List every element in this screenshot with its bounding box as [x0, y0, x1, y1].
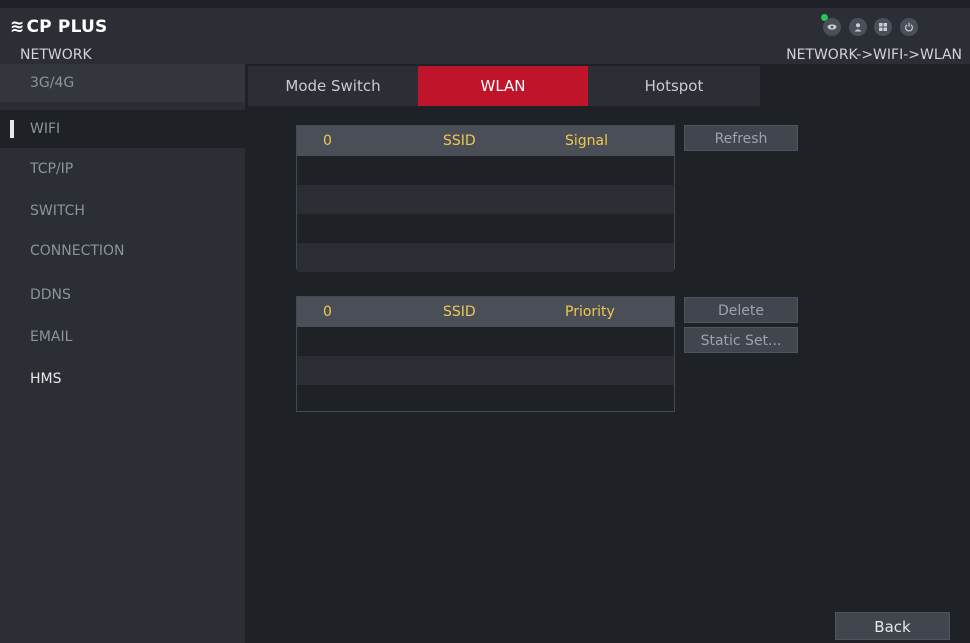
delete-button[interactable]: Delete [684, 297, 798, 323]
table-row[interactable] [297, 214, 674, 243]
sidebar: 3G/4G WIFI TCP/IP SWITCH CONNECTION DDNS… [0, 64, 245, 643]
tab-mode-switch[interactable]: Mode Switch [248, 66, 418, 106]
table-row[interactable] [297, 385, 674, 414]
logo-mark-icon: ≋ [10, 17, 25, 37]
user-icon[interactable] [849, 18, 867, 36]
table-row[interactable] [297, 243, 674, 272]
static-set-button[interactable]: Static Set... [684, 327, 798, 353]
sidebar-item-email[interactable]: EMAIL [0, 318, 245, 356]
table-header: 0 SSID Signal [297, 126, 674, 156]
column-header-index[interactable]: 0 [323, 297, 332, 327]
table-header: 0 SSID Priority [297, 297, 674, 327]
column-header-ssid[interactable]: SSID [443, 297, 476, 327]
power-icon[interactable] [900, 18, 918, 36]
sidebar-item-3g-4g[interactable]: 3G/4G [0, 64, 245, 102]
table-row[interactable] [297, 156, 674, 185]
page-title: NETWORK [20, 47, 92, 63]
tab-hotspot[interactable]: Hotspot [588, 66, 760, 106]
sidebar-item-connection[interactable]: CONNECTION [0, 232, 245, 270]
table-row[interactable] [297, 327, 674, 356]
refresh-button[interactable]: Refresh [684, 125, 798, 151]
sidebar-item-hms[interactable]: HMS [0, 360, 245, 398]
column-header-ssid[interactable]: SSID [443, 126, 476, 156]
app-window: ≋ CP PLUS NETWORK NETWORK->WIFI->WLAN 3G… [0, 0, 970, 643]
column-header-signal[interactable]: Signal [565, 126, 608, 156]
wifi-network-table: 0 SSID Signal [296, 125, 675, 272]
logo-text: CP PLUS [26, 17, 108, 37]
sidebar-item-ddns[interactable]: DDNS [0, 276, 245, 314]
column-header-index[interactable]: 0 [323, 126, 332, 156]
active-item-marker [10, 120, 14, 138]
back-button[interactable]: Back [835, 612, 950, 640]
grid-icon[interactable] [874, 18, 892, 36]
saved-network-table: 0 SSID Priority [296, 296, 675, 412]
eye-icon[interactable] [823, 18, 841, 36]
table-row[interactable] [297, 185, 674, 214]
sidebar-item-switch[interactable]: SWITCH [0, 192, 245, 230]
sidebar-item-wifi[interactable]: WIFI [0, 110, 245, 148]
tab-wlan[interactable]: WLAN [418, 66, 588, 106]
sidebar-item-tcp-ip[interactable]: TCP/IP [0, 150, 245, 188]
breadcrumb: NETWORK->WIFI->WLAN [786, 47, 962, 63]
table-row[interactable] [297, 356, 674, 385]
column-header-priority[interactable]: Priority [565, 297, 615, 327]
brand-logo: ≋ CP PLUS [10, 16, 107, 38]
